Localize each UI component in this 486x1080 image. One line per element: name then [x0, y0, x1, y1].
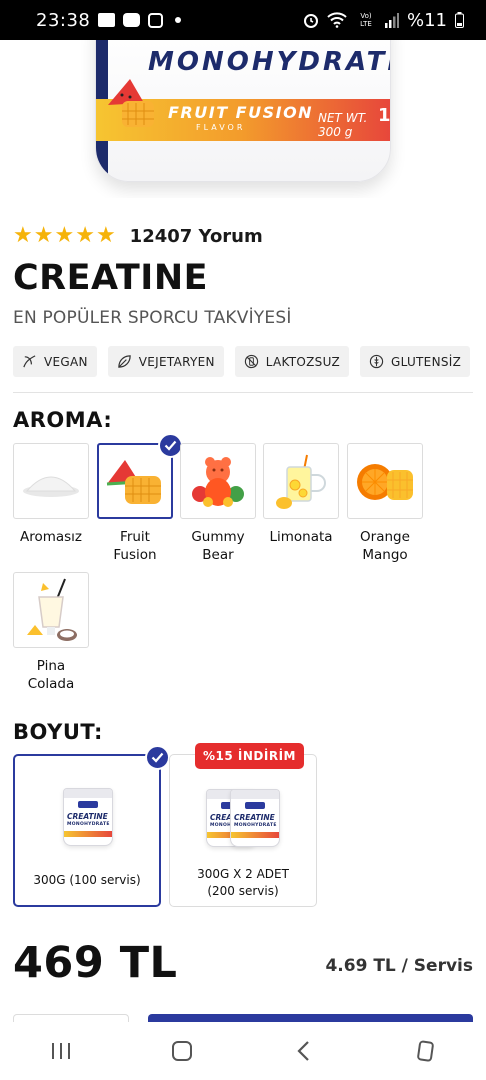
product-jar: MONOHYDRATE FRUIT FUSION FLAVOR NET WT. … [95, 40, 391, 182]
aroma-option-gummy-bear[interactable]: Gummy Bear [180, 443, 256, 564]
star-icon: ★ [13, 223, 33, 248]
jar-title: MONOHYDRATE [148, 47, 391, 77]
aroma-option-aromasiz[interactable]: Aromasız [13, 443, 89, 546]
fruit-icon [108, 79, 154, 127]
badge-vegan: VEGAN [13, 346, 97, 377]
aroma-thumb [97, 433, 183, 519]
aroma-label: Fruit [120, 529, 150, 545]
aroma-label: Limonata [269, 529, 333, 545]
no-gluten-icon [369, 354, 384, 369]
product-thumb: CREATINE MONOHYDRATE [63, 788, 113, 846]
star-rating: ★ ★ ★ ★ ★ [13, 224, 116, 248]
leaf-outline-icon [118, 355, 131, 368]
badge-glutensiz: GLUTENSİZ [359, 346, 471, 377]
back-button[interactable] [274, 1031, 334, 1071]
badge-label: VEJETARYEN [138, 354, 215, 369]
product-thumb: CREATINE MONOHYDRATE [230, 789, 280, 847]
price-per-serving: 4.69 TL / Servis [325, 956, 473, 976]
divider [13, 392, 473, 393]
product-subtitle: EN POPÜLER SPORCU TAKVİYESİ [13, 308, 292, 328]
star-icon: ★ [33, 223, 54, 248]
jar-flavor-sub: FLAVOR [196, 123, 246, 132]
no-milk-icon [244, 354, 258, 369]
signal-icon [384, 12, 399, 28]
lte-label: Vo) LTE [360, 12, 372, 28]
selected-check-icon [145, 745, 170, 770]
aroma-thumb [180, 443, 256, 519]
aroma-thumb [13, 443, 89, 519]
aroma-label: Orange [360, 529, 410, 545]
aroma-label: Aromasız [19, 529, 83, 545]
instagram-icon [148, 12, 164, 28]
aroma-thumb [13, 572, 89, 648]
aroma-label: Colada [27, 676, 75, 692]
recent-apps-icon [51, 1043, 70, 1059]
aroma-label: Bear [202, 547, 234, 563]
badge-vejetaryen: VEJETARYEN [107, 346, 224, 377]
screenshot-button[interactable] [395, 1031, 455, 1071]
badge-label: LAKTOZSUZ [265, 354, 340, 369]
notification-dot-icon [175, 17, 182, 23]
pina-colada-icon [27, 578, 77, 641]
aroma-thumb [347, 443, 423, 519]
aroma-option-orange-mango[interactable]: Orange Mango [347, 443, 423, 564]
size-option-300g-x2[interactable]: %15 İNDİRİM CREATINE MONOHYDRATE CREATIN… [169, 743, 317, 907]
star-icon: ★ [54, 223, 75, 248]
aroma-label: Gummy [191, 529, 245, 545]
back-icon [297, 1041, 309, 1061]
badge-label: VEGAN [44, 354, 88, 369]
status-bar: 23:38 Vo) LTE %11 [0, 0, 486, 40]
badge-label: GLUTENSİZ [390, 354, 462, 369]
size-label: (200 servis) [207, 884, 279, 898]
aroma-option-pina-colada[interactable]: Pina Colada [13, 572, 89, 693]
aroma-thumb [263, 443, 339, 519]
gallery-icon [98, 13, 116, 27]
aroma-option-limonata[interactable]: Limonata [263, 443, 339, 546]
fruit-fusion-icon [106, 460, 161, 504]
badge-laktozsuz: LAKTOZSUZ [234, 346, 349, 377]
aroma-option-fruit-fusion[interactable]: Fruit Fusion [97, 433, 183, 564]
review-count-link[interactable]: 12407 Yorum [130, 226, 263, 247]
star-icon: ★ [95, 223, 116, 248]
discount-badge: %15 İNDİRİM [195, 743, 304, 769]
orange-mango-icon [357, 464, 413, 500]
size-label: 300G X 2 ADET [197, 867, 289, 881]
youtube-icon [123, 13, 141, 27]
size-section-title: BOYUT: [13, 720, 103, 744]
home-icon [172, 1041, 193, 1061]
recent-apps-button[interactable] [31, 1031, 91, 1071]
leaf-icon [23, 355, 36, 368]
home-button[interactable] [152, 1031, 212, 1071]
alarm-icon [303, 14, 318, 28]
powder-icon [23, 476, 79, 497]
size-label: 300G (100 servis) [33, 873, 141, 887]
phone-icon [417, 1040, 435, 1062]
aroma-section-title: AROMA: [13, 408, 113, 432]
system-nav-bar [0, 1022, 486, 1080]
lemonade-icon [276, 454, 326, 509]
jar-number: 10 [378, 105, 391, 126]
aroma-label: Pina [36, 658, 66, 674]
star-icon: ★ [75, 223, 95, 248]
battery-percent: %11 [406, 9, 447, 31]
jar-flavor: FRUIT FUSION [168, 103, 314, 122]
diet-badges: VEGAN VEJETARYEN LAKTOZSUZ GLUTENSİZ [13, 346, 471, 377]
price: 469 TL [13, 938, 178, 988]
battery-icon [455, 12, 464, 28]
size-option-300g[interactable]: CREATINE MONOHYDRATE 300G (100 servis) [13, 745, 170, 907]
aroma-label: Fusion [113, 547, 157, 563]
brand-logo [78, 801, 98, 808]
brand-logo [245, 802, 265, 809]
gummy-bear-icon [192, 457, 244, 507]
wifi-icon [327, 12, 347, 28]
product-title: CREATINE [13, 258, 209, 298]
rating[interactable]: ★ ★ ★ ★ ★ 12407 Yorum [13, 224, 263, 248]
product-image[interactable]: MONOHYDRATE FRUIT FUSION FLAVOR NET WT. … [0, 40, 486, 198]
status-time: 23:38 [36, 9, 91, 31]
aroma-label: Mango [362, 547, 408, 563]
